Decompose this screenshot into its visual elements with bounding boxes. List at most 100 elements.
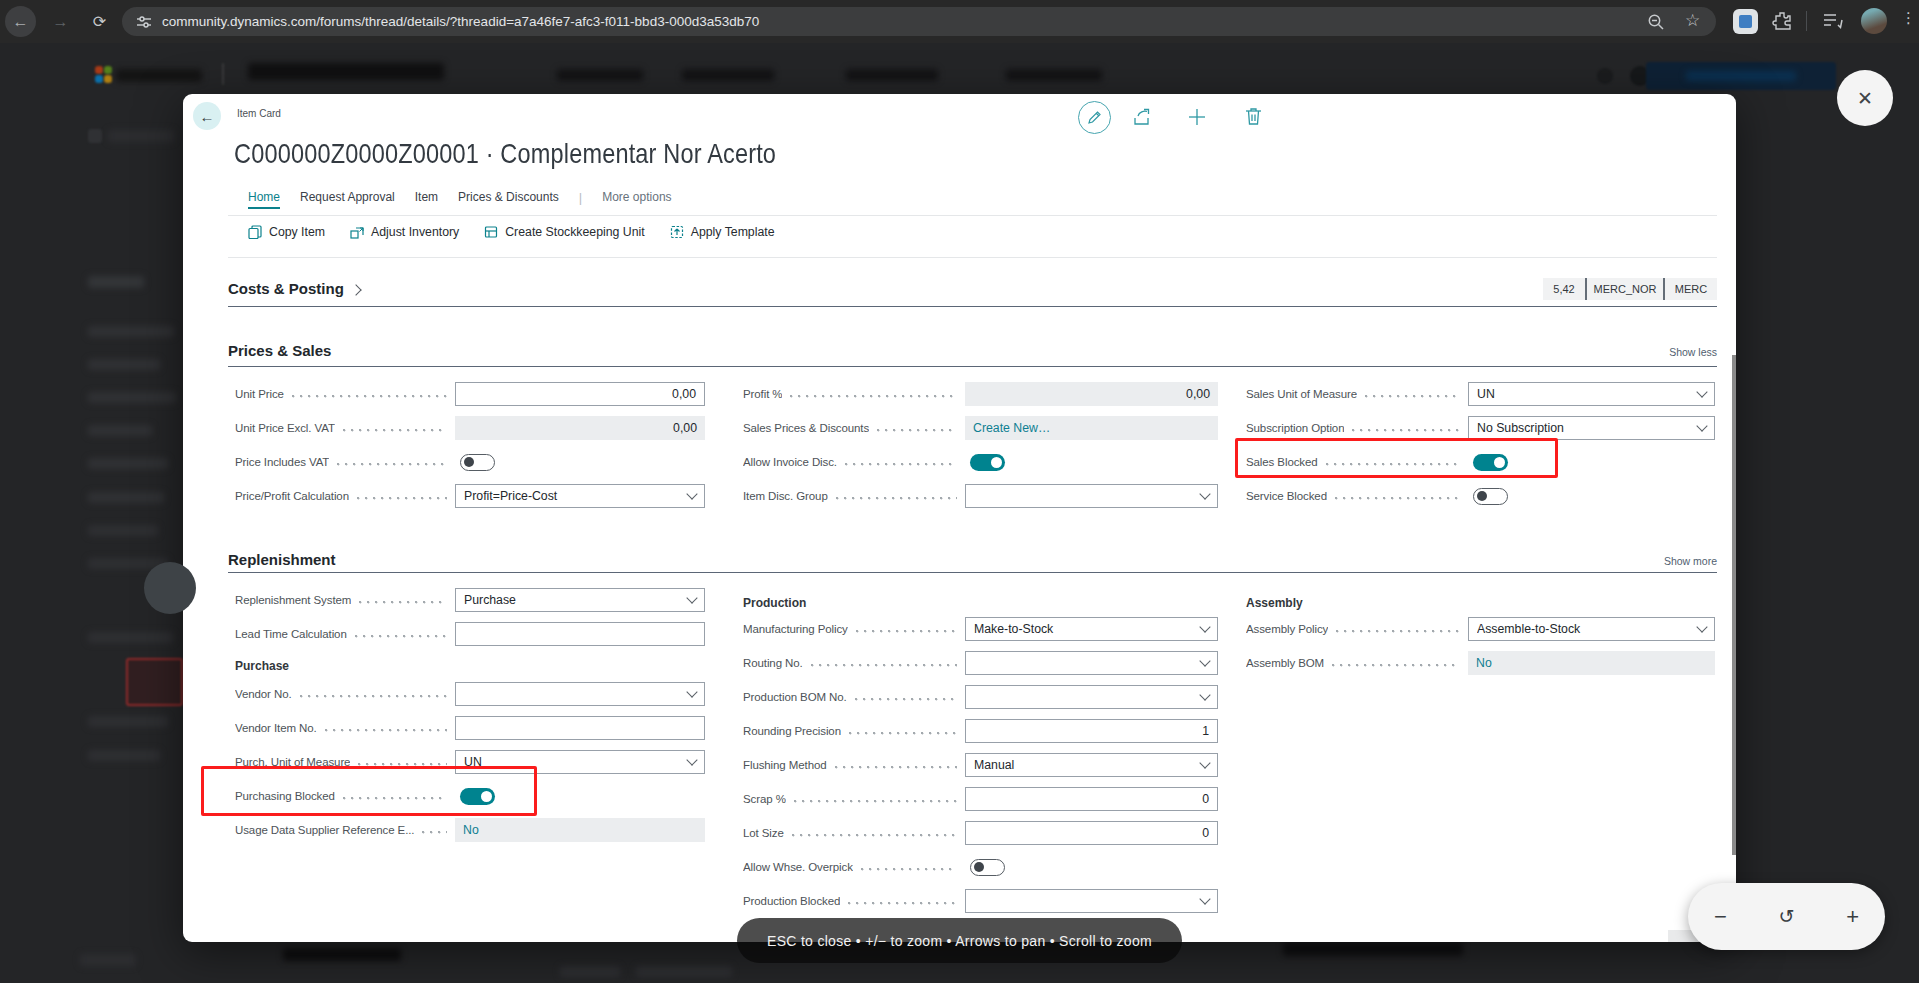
summary-chip-inventory-posting[interactable]: MERC bbox=[1665, 278, 1717, 300]
summary-chip-gen-prod-posting[interactable]: MERC_NOR bbox=[1587, 278, 1663, 300]
field-row: Unit Price0,00 bbox=[235, 382, 705, 406]
toolbar-divider bbox=[1806, 11, 1807, 31]
bookmark-star-icon[interactable]: ☆ bbox=[1685, 10, 1700, 31]
address-bar[interactable]: community.dynamics.com/forums/thread/det… bbox=[122, 7, 1716, 36]
site-settings-icon[interactable] bbox=[136, 14, 152, 30]
field-value[interactable]: No bbox=[1468, 651, 1715, 675]
dotted-leader bbox=[861, 868, 957, 871]
field-label: Lead Time Calculation bbox=[235, 628, 347, 640]
profile-avatar[interactable] bbox=[1861, 8, 1887, 34]
share-icon[interactable] bbox=[1133, 107, 1153, 126]
show-more-link[interactable]: Show more bbox=[1664, 555, 1717, 567]
field-input[interactable] bbox=[455, 716, 705, 740]
delete-trash-icon[interactable] bbox=[1245, 107, 1262, 126]
field-row: Flushing MethodManual bbox=[743, 753, 1218, 777]
group-subheader: Purchase bbox=[235, 659, 289, 673]
field-dropdown[interactable]: No Subscription bbox=[1468, 416, 1715, 440]
add-new-icon[interactable] bbox=[1188, 108, 1206, 126]
group-subheader: Production bbox=[743, 596, 806, 610]
field-dropdown[interactable] bbox=[455, 682, 705, 706]
section-costs-posting[interactable]: Costs & Posting bbox=[228, 280, 360, 297]
edit-pencil-icon[interactable] bbox=[1078, 101, 1111, 134]
field-dropdown[interactable]: Profit=Price-Cost bbox=[455, 484, 705, 508]
field-toggle[interactable] bbox=[1473, 488, 1508, 505]
extension-shortcut-icon[interactable] bbox=[1733, 9, 1758, 34]
adjust-inventory-icon bbox=[350, 225, 364, 239]
field-dropdown[interactable]: Purchase bbox=[455, 588, 705, 612]
field-row: Vendor No. bbox=[235, 682, 705, 706]
field-dropdown[interactable] bbox=[965, 889, 1218, 913]
field-input[interactable]: 1 bbox=[965, 719, 1218, 743]
show-less-link[interactable]: Show less bbox=[1669, 346, 1717, 358]
field-label: Vendor No. bbox=[235, 688, 292, 700]
dotted-leader bbox=[359, 601, 447, 604]
field-row: Price/Profit CalculationProfit=Price-Cos… bbox=[235, 484, 705, 508]
field-row: Production Blocked bbox=[743, 889, 1218, 913]
blurred-microsoft-logo-text bbox=[116, 69, 202, 82]
field-row: Production bbox=[743, 591, 1218, 615]
back-button[interactable]: ← bbox=[193, 102, 221, 130]
field-label: Replenishment System bbox=[235, 594, 351, 606]
field-dropdown[interactable]: UN bbox=[1468, 382, 1715, 406]
field-row: Lead Time Calculation bbox=[235, 622, 705, 646]
action-copy-item[interactable]: Copy Item bbox=[248, 225, 325, 239]
blurred-site-title bbox=[248, 63, 444, 80]
chevron-down-icon bbox=[1696, 420, 1707, 431]
field-label: Price Includes VAT bbox=[235, 456, 329, 468]
field-input[interactable]: 0,00 bbox=[455, 382, 705, 406]
field-dropdown[interactable]: Manual bbox=[965, 753, 1218, 777]
field-toggle[interactable] bbox=[970, 859, 1005, 876]
chevron-right-icon bbox=[350, 284, 361, 295]
action-adjust-inventory[interactable]: Adjust Inventory bbox=[350, 225, 459, 239]
summary-chip-unit-cost[interactable]: 5,42 bbox=[1543, 278, 1585, 300]
tab-home[interactable]: Home bbox=[248, 190, 280, 209]
field-row: Service Blocked bbox=[1246, 484, 1715, 508]
browser-forward-button[interactable]: → bbox=[45, 6, 76, 37]
item-title: C000000Z0000Z00001 · Complementar Nor Ac… bbox=[234, 138, 776, 170]
field-dropdown[interactable] bbox=[965, 685, 1218, 709]
tab-item[interactable]: Item bbox=[415, 190, 438, 204]
field-label: Routing No. bbox=[743, 657, 803, 669]
field-value[interactable]: 0,00 bbox=[455, 416, 705, 440]
close-lightbox-button[interactable]: ✕ bbox=[1837, 70, 1893, 126]
zoom-in-button[interactable]: + bbox=[1846, 904, 1859, 930]
field-label: Production BOM No. bbox=[743, 691, 847, 703]
field-value[interactable]: No bbox=[455, 818, 705, 842]
dotted-leader bbox=[355, 635, 447, 638]
field-toggle[interactable] bbox=[970, 454, 1005, 471]
action-apply-template[interactable]: Apply Template bbox=[670, 225, 775, 239]
dotted-leader bbox=[300, 695, 447, 698]
field-input[interactable] bbox=[455, 622, 705, 646]
field-toggle[interactable] bbox=[460, 454, 495, 471]
action-create-stockkeeping-unit[interactable]: Create Stockkeeping Unit bbox=[484, 225, 644, 239]
section-replenishment: Replenishment bbox=[228, 551, 336, 568]
field-dropdown[interactable] bbox=[965, 484, 1218, 508]
section-divider bbox=[228, 306, 1717, 307]
chevron-down-icon bbox=[686, 686, 697, 697]
field-dropdown[interactable]: Make-to-Stock bbox=[965, 617, 1218, 641]
browser-menu-icon[interactable]: ⋮ bbox=[1901, 9, 1911, 27]
field-input[interactable]: 0 bbox=[965, 821, 1218, 845]
dotted-leader bbox=[357, 497, 447, 500]
field-value[interactable]: Create New… bbox=[965, 416, 1218, 440]
field-dropdown[interactable] bbox=[965, 651, 1218, 675]
tab-prices-discounts[interactable]: Prices & Discounts bbox=[458, 190, 559, 204]
zoom-out-button[interactable]: − bbox=[1714, 904, 1727, 930]
tab-divider: | bbox=[579, 190, 582, 205]
dotted-leader bbox=[849, 732, 957, 735]
tab-request-approval[interactable]: Request Approval bbox=[300, 190, 395, 204]
field-input[interactable]: 0 bbox=[965, 787, 1218, 811]
tab-more-options[interactable]: More options bbox=[602, 190, 671, 204]
dotted-leader bbox=[292, 395, 447, 398]
zoom-reset-button[interactable]: ↺ bbox=[1779, 905, 1795, 928]
extensions-puzzle-icon[interactable] bbox=[1772, 11, 1792, 31]
browser-back-button[interactable]: ← bbox=[5, 6, 36, 37]
field-row: Price Includes VAT bbox=[235, 450, 705, 474]
reading-list-icon[interactable] bbox=[1822, 11, 1844, 31]
zoom-indicator-icon[interactable] bbox=[1647, 13, 1665, 31]
field-dropdown[interactable]: Assemble-to-Stock bbox=[1468, 617, 1715, 641]
field-value[interactable]: 0,00 bbox=[965, 382, 1218, 406]
url-text[interactable]: community.dynamics.com/forums/thread/det… bbox=[162, 14, 759, 29]
browser-reload-button[interactable]: ⟳ bbox=[84, 6, 115, 37]
chevron-down-icon bbox=[1199, 689, 1210, 700]
